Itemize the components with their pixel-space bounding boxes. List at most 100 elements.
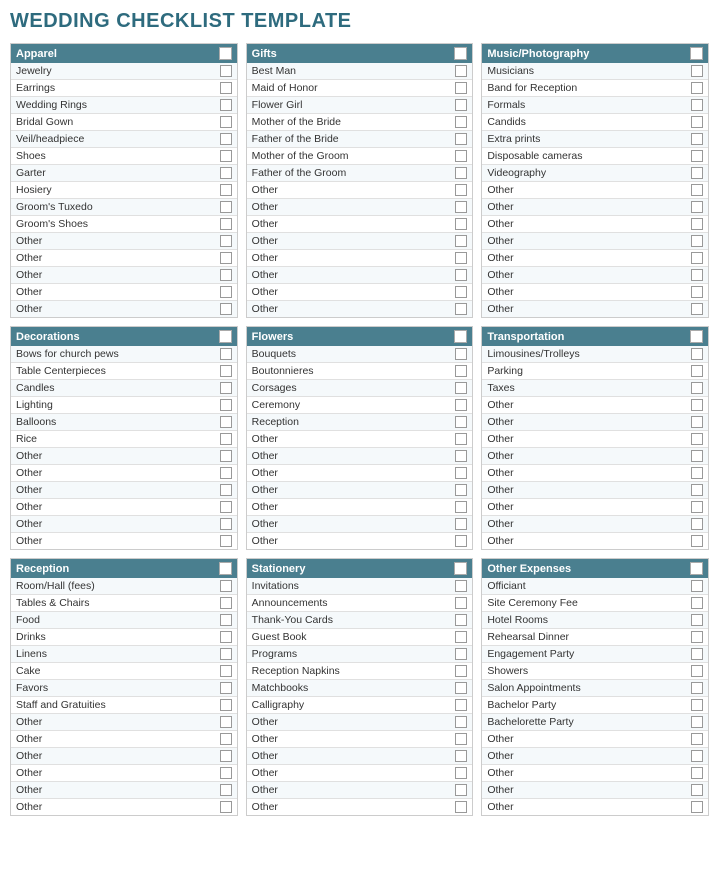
row-checkbox[interactable] [220,201,232,213]
row-checkbox[interactable] [691,184,703,196]
row-checkbox[interactable] [691,580,703,592]
row-checkbox[interactable] [691,348,703,360]
row-checkbox[interactable] [691,450,703,462]
row-checkbox[interactable] [455,682,467,694]
row-checkbox[interactable] [691,784,703,796]
row-checkbox[interactable] [220,184,232,196]
row-checkbox[interactable] [691,82,703,94]
section-checkbox-header-reception[interactable] [219,562,232,575]
row-checkbox[interactable] [455,167,467,179]
section-checkbox-header-other-expenses[interactable] [690,562,703,575]
row-checkbox[interactable] [691,303,703,315]
row-checkbox[interactable] [455,201,467,213]
row-checkbox[interactable] [220,365,232,377]
row-checkbox[interactable] [220,218,232,230]
row-checkbox[interactable] [691,767,703,779]
row-checkbox[interactable] [220,501,232,513]
row-checkbox[interactable] [691,597,703,609]
row-checkbox[interactable] [455,150,467,162]
row-checkbox[interactable] [220,648,232,660]
row-checkbox[interactable] [220,614,232,626]
row-checkbox[interactable] [691,682,703,694]
row-checkbox[interactable] [220,252,232,264]
row-checkbox[interactable] [691,699,703,711]
row-checkbox[interactable] [455,597,467,609]
row-checkbox[interactable] [455,648,467,660]
row-checkbox[interactable] [220,150,232,162]
row-checkbox[interactable] [691,433,703,445]
row-checkbox[interactable] [455,99,467,111]
row-checkbox[interactable] [691,269,703,281]
row-checkbox[interactable] [455,65,467,77]
row-checkbox[interactable] [220,382,232,394]
section-checkbox-header-decorations[interactable] [219,330,232,343]
row-checkbox[interactable] [691,99,703,111]
row-checkbox[interactable] [455,716,467,728]
row-checkbox[interactable] [455,133,467,145]
row-checkbox[interactable] [455,733,467,745]
row-checkbox[interactable] [220,699,232,711]
row-checkbox[interactable] [691,416,703,428]
row-checkbox[interactable] [220,167,232,179]
row-checkbox[interactable] [455,767,467,779]
row-checkbox[interactable] [220,235,232,247]
row-checkbox[interactable] [455,801,467,813]
row-checkbox[interactable] [691,631,703,643]
row-checkbox[interactable] [220,116,232,128]
row-checkbox[interactable] [691,201,703,213]
row-checkbox[interactable] [455,631,467,643]
row-checkbox[interactable] [220,133,232,145]
row-checkbox[interactable] [455,365,467,377]
row-checkbox[interactable] [220,597,232,609]
row-checkbox[interactable] [691,665,703,677]
row-checkbox[interactable] [455,614,467,626]
row-checkbox[interactable] [455,399,467,411]
row-checkbox[interactable] [455,218,467,230]
row-checkbox[interactable] [220,750,232,762]
section-checkbox-header-transportation[interactable] [690,330,703,343]
row-checkbox[interactable] [691,65,703,77]
row-checkbox[interactable] [455,450,467,462]
row-checkbox[interactable] [455,82,467,94]
section-checkbox-header-apparel[interactable] [219,47,232,60]
row-checkbox[interactable] [691,399,703,411]
row-checkbox[interactable] [220,416,232,428]
section-checkbox-header-music-photography[interactable] [690,47,703,60]
row-checkbox[interactable] [455,116,467,128]
section-checkbox-header-stationery[interactable] [454,562,467,575]
row-checkbox[interactable] [455,784,467,796]
row-checkbox[interactable] [691,167,703,179]
row-checkbox[interactable] [455,184,467,196]
row-checkbox[interactable] [691,801,703,813]
row-checkbox[interactable] [455,252,467,264]
row-checkbox[interactable] [455,303,467,315]
row-checkbox[interactable] [220,631,232,643]
row-checkbox[interactable] [691,286,703,298]
row-checkbox[interactable] [455,518,467,530]
row-checkbox[interactable] [691,716,703,728]
row-checkbox[interactable] [691,252,703,264]
row-checkbox[interactable] [220,399,232,411]
row-checkbox[interactable] [455,382,467,394]
row-checkbox[interactable] [455,750,467,762]
row-checkbox[interactable] [220,303,232,315]
row-checkbox[interactable] [691,133,703,145]
row-checkbox[interactable] [455,699,467,711]
row-checkbox[interactable] [220,348,232,360]
row-checkbox[interactable] [220,518,232,530]
row-checkbox[interactable] [220,467,232,479]
row-checkbox[interactable] [220,433,232,445]
row-checkbox[interactable] [691,648,703,660]
row-checkbox[interactable] [220,682,232,694]
row-checkbox[interactable] [691,750,703,762]
row-checkbox[interactable] [455,501,467,513]
row-checkbox[interactable] [455,665,467,677]
row-checkbox[interactable] [455,467,467,479]
row-checkbox[interactable] [220,784,232,796]
row-checkbox[interactable] [691,501,703,513]
row-checkbox[interactable] [220,716,232,728]
row-checkbox[interactable] [691,467,703,479]
row-checkbox[interactable] [455,535,467,547]
row-checkbox[interactable] [691,484,703,496]
row-checkbox[interactable] [691,235,703,247]
